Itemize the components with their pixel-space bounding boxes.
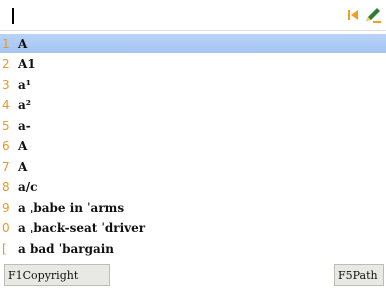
list-item[interactable]: 5 a- bbox=[0, 116, 386, 135]
list-item-number: 4 bbox=[2, 98, 10, 112]
list-item-number: 7 bbox=[2, 159, 10, 174]
list-item-number: 1 bbox=[2, 36, 10, 51]
list-item-number: [ bbox=[2, 241, 7, 256]
list-item-number: 8 bbox=[2, 180, 10, 194]
copyright-button[interactable]: F1Copyright bbox=[4, 264, 110, 286]
list-item[interactable]: 4 a² bbox=[0, 96, 386, 115]
first-page-button[interactable] bbox=[344, 6, 362, 24]
list-item-number: 5 bbox=[2, 118, 10, 133]
list-item[interactable]: 8 a/c bbox=[0, 178, 386, 197]
list-item[interactable]: 1A bbox=[0, 34, 386, 53]
list-item-word: a ˌback-seat ˈdriver bbox=[18, 221, 146, 235]
edit-button[interactable] bbox=[364, 6, 382, 24]
list-item-number: 3 bbox=[2, 77, 10, 92]
list-item[interactable]: 9 a ˌbabe in ˈarms bbox=[0, 198, 386, 217]
path-button[interactable]: F5Path bbox=[334, 264, 384, 286]
list-item-word: A1 bbox=[18, 57, 36, 71]
list-item[interactable]: [ a bad ˈbargain bbox=[0, 239, 386, 258]
text-caret bbox=[12, 8, 14, 24]
list-item-number: 6 bbox=[2, 139, 10, 153]
word-list: 1 A 2 A1 3 a¹ 4 a² 5 a- 6 A 7 A 8 a/c 9 a ˌbabe in ˈarms 0… bbox=[0, 34, 386, 260]
list-item[interactable]: 3 a¹ bbox=[0, 75, 386, 94]
list-item-number: 2 bbox=[2, 57, 10, 71]
list-item-number: 9 bbox=[2, 200, 10, 215]
search-input[interactable] bbox=[2, 4, 322, 26]
list-item-word: a ˌbabe in ˈarms bbox=[18, 200, 125, 215]
list-item-word: a/c bbox=[18, 180, 38, 194]
list-item[interactable]: 7A bbox=[0, 157, 386, 176]
list-item-number: 0 bbox=[2, 221, 10, 235]
edit-pencil-icon bbox=[366, 8, 381, 23]
list-item-word: A bbox=[18, 139, 28, 153]
list-item-word: a² bbox=[18, 98, 32, 112]
list-item[interactable]: 2 A1 bbox=[0, 55, 386, 74]
list-item-word: a bad ˈbargain bbox=[18, 241, 115, 256]
list-item-word: a- bbox=[18, 118, 31, 133]
status-bar: F1Copyright F5Path bbox=[0, 261, 386, 291]
list-item[interactable]: 6A bbox=[0, 137, 386, 156]
list-item-word: a¹ bbox=[18, 77, 32, 92]
list-item[interactable]: 0 a ˌback-seat ˈdriver bbox=[0, 219, 386, 238]
list-item-word: A bbox=[18, 159, 28, 174]
list-item-word: A bbox=[18, 36, 28, 51]
search-bar bbox=[0, 0, 386, 31]
first-page-icon bbox=[348, 10, 358, 20]
